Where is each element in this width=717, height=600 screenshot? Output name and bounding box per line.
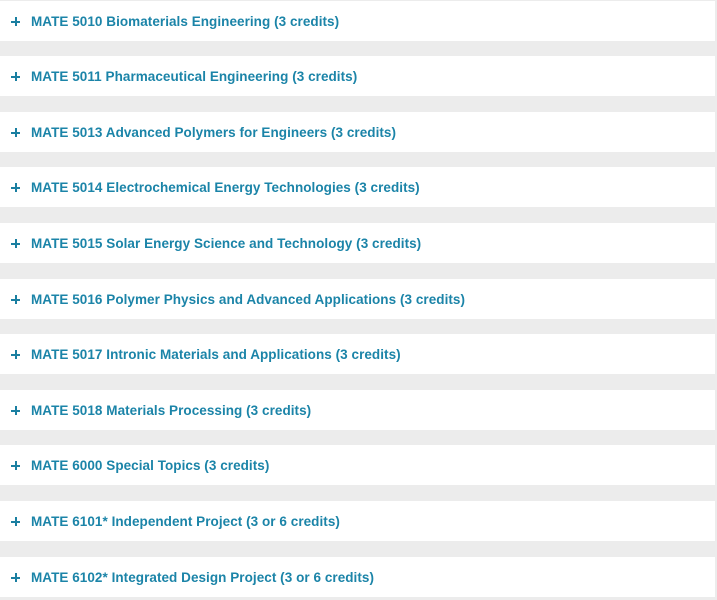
course-title[interactable]: MATE 5010 Biomaterials Engineering (3 cr… — [31, 14, 339, 29]
course-item-mate-5010[interactable]: MATE 5010 Biomaterials Engineering (3 cr… — [0, 1, 715, 41]
plus-icon[interactable] — [11, 16, 20, 26]
course-item-mate-5014[interactable]: MATE 5014 Electrochemical Energy Technol… — [0, 167, 715, 207]
plus-icon[interactable] — [11, 294, 20, 304]
course-title[interactable]: MATE 5015 Solar Energy Science and Techn… — [31, 236, 421, 251]
course-item-mate-5016[interactable]: MATE 5016 Polymer Physics and Advanced A… — [0, 279, 715, 319]
course-title[interactable]: MATE 6000 Special Topics (3 credits) — [31, 458, 269, 473]
plus-icon[interactable] — [11, 405, 20, 415]
course-item-mate-5011[interactable]: MATE 5011 Pharmaceutical Engineering (3 … — [0, 56, 715, 96]
plus-icon[interactable] — [11, 572, 20, 582]
course-item-mate-6101[interactable]: MATE 6101* Independent Project (3 or 6 c… — [0, 501, 715, 541]
course-title[interactable]: MATE 5013 Advanced Polymers for Engineer… — [31, 125, 396, 140]
course-item-mate-6000[interactable]: MATE 6000 Special Topics (3 credits) — [0, 445, 715, 485]
course-item-mate-5018[interactable]: MATE 5018 Materials Processing (3 credit… — [0, 390, 715, 430]
course-item-mate-5017[interactable]: MATE 5017 Intronic Materials and Applica… — [0, 334, 715, 374]
plus-icon[interactable] — [11, 182, 20, 192]
course-title[interactable]: MATE 5017 Intronic Materials and Applica… — [31, 347, 401, 362]
course-item-mate-5013[interactable]: MATE 5013 Advanced Polymers for Engineer… — [0, 112, 715, 152]
course-accordion: MATE 5010 Biomaterials Engineering (3 cr… — [0, 0, 717, 600]
course-title[interactable]: MATE 6101* Independent Project (3 or 6 c… — [31, 514, 340, 529]
course-title[interactable]: MATE 5014 Electrochemical Energy Technol… — [31, 180, 420, 195]
plus-icon[interactable] — [11, 349, 20, 359]
course-item-mate-5015[interactable]: MATE 5015 Solar Energy Science and Techn… — [0, 223, 715, 263]
plus-icon[interactable] — [11, 238, 20, 248]
plus-icon[interactable] — [11, 460, 20, 470]
plus-icon[interactable] — [11, 71, 20, 81]
course-title[interactable]: MATE 5011 Pharmaceutical Engineering (3 … — [31, 69, 357, 84]
course-title[interactable]: MATE 6102* Integrated Design Project (3 … — [31, 570, 374, 585]
plus-icon[interactable] — [11, 516, 20, 526]
course-item-mate-6102[interactable]: MATE 6102* Integrated Design Project (3 … — [0, 557, 715, 597]
course-title[interactable]: MATE 5018 Materials Processing (3 credit… — [31, 403, 311, 418]
course-title[interactable]: MATE 5016 Polymer Physics and Advanced A… — [31, 292, 465, 307]
plus-icon[interactable] — [11, 127, 20, 137]
